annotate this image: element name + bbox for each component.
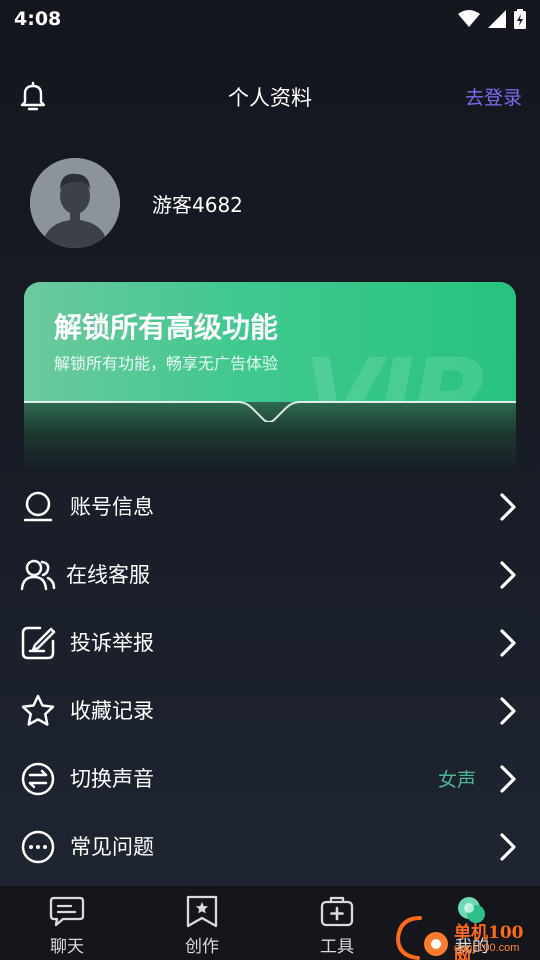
header: 个人资料 去登录 xyxy=(0,68,540,124)
menu-item-faq[interactable]: 常见问题 xyxy=(0,812,540,880)
menu-item-account[interactable]: 账号信息 xyxy=(0,472,540,540)
menu-label: 切换声音 xyxy=(70,767,154,791)
more-icon xyxy=(21,830,55,864)
status-time: 4:08 xyxy=(14,8,62,30)
chevron-right-icon xyxy=(500,697,516,725)
tab-chat[interactable]: 聊天 xyxy=(17,886,117,960)
vip-title: 解锁所有高级功能 xyxy=(54,311,279,344)
status-icons xyxy=(458,9,526,29)
watermark-url: danji100.com xyxy=(454,942,520,954)
menu-item-voice[interactable]: 切换声音 女声 xyxy=(0,744,540,812)
avatar-image xyxy=(30,158,120,248)
vip-banner[interactable]: VIP 解锁所有高级功能 解锁所有功能，畅享无广告体验 xyxy=(24,282,516,469)
page-title: 个人资料 xyxy=(228,86,312,110)
star-icon xyxy=(21,694,55,726)
tab-label: 工具 xyxy=(320,937,354,957)
chat-icon xyxy=(49,896,85,927)
login-button[interactable]: 去登录 xyxy=(465,83,522,110)
swap-icon xyxy=(21,762,55,796)
settings-menu: 账号信息 在线客服 投诉举报 收藏记录 切换声音 女声 常见问题 xyxy=(0,472,540,880)
signal-icon xyxy=(488,10,506,28)
chevron-right-icon xyxy=(500,833,516,861)
chevron-right-icon xyxy=(500,493,516,521)
voice-value: 女声 xyxy=(437,768,476,791)
menu-label: 账号信息 xyxy=(70,495,154,519)
site-watermark: 单机100网 danji100.com xyxy=(390,912,540,960)
user-icon xyxy=(23,491,53,522)
chevron-right-icon xyxy=(500,561,516,589)
avatar[interactable] xyxy=(30,158,120,248)
tab-tools[interactable]: 工具 xyxy=(287,886,387,960)
watermark-logo-icon xyxy=(395,916,448,960)
menu-item-favorites[interactable]: 收藏记录 xyxy=(0,676,540,744)
tab-label: 创作 xyxy=(185,937,219,957)
profile-section: 游客4682 xyxy=(30,158,243,248)
wifi-icon xyxy=(458,10,480,27)
menu-item-support[interactable]: 在线客服 xyxy=(0,540,540,608)
edit-icon xyxy=(21,626,56,660)
username: 游客4682 xyxy=(152,192,243,217)
menu-item-report[interactable]: 投诉举报 xyxy=(0,608,540,676)
tab-label: 聊天 xyxy=(50,937,84,957)
vip-subtitle: 解锁所有功能，畅享无广告体验 xyxy=(54,354,279,373)
chevron-right-icon xyxy=(500,629,516,657)
menu-label: 常见问题 xyxy=(70,835,154,859)
menu-label: 在线客服 xyxy=(66,563,150,587)
chevron-right-icon xyxy=(500,765,516,793)
status-bar: 4:08 xyxy=(0,0,540,38)
bookmark-icon xyxy=(186,895,218,928)
users-icon xyxy=(20,559,56,591)
vip-notch-line xyxy=(24,401,516,422)
menu-label: 收藏记录 xyxy=(70,699,154,723)
menu-label: 投诉举报 xyxy=(70,631,154,655)
toolbox-icon xyxy=(320,896,354,927)
tab-create[interactable]: 创作 xyxy=(152,886,252,960)
battery-icon xyxy=(514,9,526,29)
